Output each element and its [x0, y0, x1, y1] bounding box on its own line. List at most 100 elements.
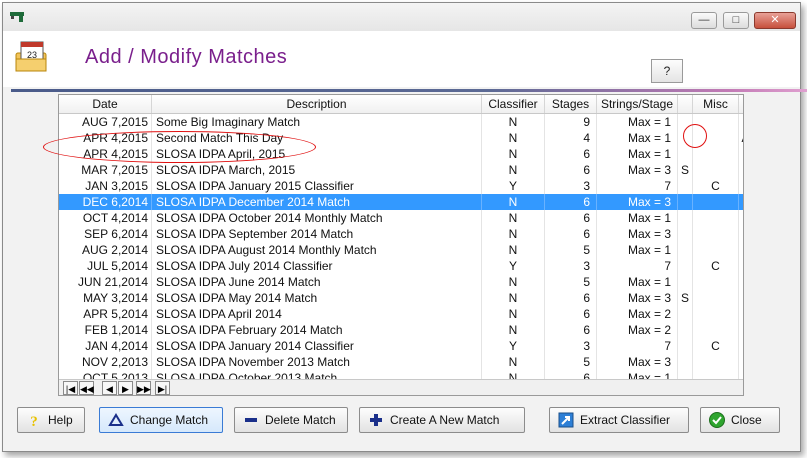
- cell-classifier: N: [482, 162, 545, 178]
- context-help-button[interactable]: ?: [651, 59, 683, 83]
- nav-next-button[interactable]: ▶: [118, 381, 133, 395]
- cell-classifier: N: [482, 210, 545, 226]
- cell-date: MAY 3,2014: [59, 290, 152, 306]
- nav-next-page-button[interactable]: ▶▶: [136, 381, 151, 395]
- table-row[interactable]: SEP 6,2014 SLOSA IDPA September 2014 Matc…: [59, 226, 743, 242]
- table-row[interactable]: FEB 1,2014 SLOSA IDPA February 2014 Match…: [59, 322, 743, 338]
- cell-misc2: [739, 162, 743, 178]
- table-row[interactable]: MAY 3,2014 SLOSA IDPA May 2014 Match N 6 Max…: [59, 290, 743, 306]
- cell-date: APR 5,2014: [59, 306, 152, 322]
- cell-date: DEC 6,2014: [59, 194, 152, 210]
- cell-stages: 5: [545, 274, 597, 290]
- header-divider: [11, 89, 807, 92]
- table-row[interactable]: DEC 6,2014 SLOSA IDPA December 2014 Match…: [59, 194, 743, 210]
- change-match-label: Change Match: [130, 413, 209, 427]
- cell-stages: 5: [545, 354, 597, 370]
- create-match-button[interactable]: Create A New Match: [359, 407, 525, 433]
- cell-strings-stage: 7: [597, 258, 678, 274]
- help-icon: ?: [30, 414, 38, 428]
- plus-icon: [370, 414, 382, 426]
- table-row[interactable]: OCT 4,2014 SLOSA IDPA October 2014 Monthl…: [59, 210, 743, 226]
- cell-misc2: [739, 258, 743, 274]
- cell-misc2: [739, 290, 743, 306]
- cell-date: NOV 2,2013: [59, 354, 152, 370]
- cell-description: SLOSA IDPA June 2014 Match: [152, 274, 482, 290]
- nav-prev-page-button[interactable]: ◀◀: [79, 381, 94, 395]
- cell-stages: 6: [545, 162, 597, 178]
- cell-classifier: N: [482, 354, 545, 370]
- cell-flag: [678, 258, 693, 274]
- table-row[interactable]: JAN 4,2014 SLOSA IDPA January 2014 Classi…: [59, 338, 743, 354]
- cell-description: SLOSA IDPA March, 2015: [152, 162, 482, 178]
- cell-date: SEP 6,2014: [59, 226, 152, 242]
- cell-misc: [693, 306, 739, 322]
- cell-classifier: Y: [482, 338, 545, 354]
- cell-strings-stage: 7: [597, 178, 678, 194]
- cell-description: SLOSA IDPA April 2014: [152, 306, 482, 322]
- delete-match-button[interactable]: Delete Match: [234, 407, 348, 433]
- col-strings-stage[interactable]: Strings/Stage: [597, 95, 678, 113]
- change-match-button[interactable]: Change Match: [99, 407, 223, 433]
- page-title: Add / Modify Matches: [85, 46, 288, 68]
- cell-misc: [693, 274, 739, 290]
- col-stages[interactable]: Stages: [545, 95, 597, 113]
- cell-strings-stage: Max = 1: [597, 242, 678, 258]
- cell-misc2: [739, 114, 743, 130]
- cell-strings-stage: Max = 3: [597, 194, 678, 210]
- table-row[interactable]: JUL 5,2014 SLOSA IDPA July 2014 Classifie…: [59, 258, 743, 274]
- col-classifier[interactable]: Classifier: [482, 95, 545, 113]
- cell-misc: [693, 210, 739, 226]
- cell-flag: [678, 146, 693, 162]
- cell-flag: [678, 354, 693, 370]
- table-row[interactable]: AUG 7,2015 Some Big Imaginary Match N 9 Max …: [59, 114, 743, 130]
- col-misc2[interactable]: [739, 95, 743, 113]
- nav-last-button[interactable]: ▶|: [155, 381, 170, 395]
- nav-first-button[interactable]: |◀: [63, 381, 78, 395]
- col-flag[interactable]: [678, 95, 693, 113]
- cell-classifier: N: [482, 322, 545, 338]
- cell-strings-stage: Max = 2: [597, 306, 678, 322]
- cell-stages: 6: [545, 194, 597, 210]
- table-row[interactable]: MAR 7,2015 SLOSA IDPA March, 2015 N 6 Max = …: [59, 162, 743, 178]
- minimize-button[interactable]: —: [691, 12, 717, 29]
- col-misc[interactable]: Misc: [693, 95, 739, 113]
- cell-classifier: Y: [482, 258, 545, 274]
- extract-classifier-button[interactable]: Extract Classifier: [549, 407, 689, 433]
- cell-date: OCT 4,2014: [59, 210, 152, 226]
- cell-classifier: N: [482, 226, 545, 242]
- table-row[interactable]: AUG 2,2014 SLOSA IDPA August 2014 Monthly…: [59, 242, 743, 258]
- help-button[interactable]: ? Help: [17, 407, 85, 433]
- table-row[interactable]: JAN 3,2015 SLOSA IDPA January 2015 Classi…: [59, 178, 743, 194]
- cell-date: JUL 5,2014: [59, 258, 152, 274]
- cell-misc2: [739, 210, 743, 226]
- cell-misc: [693, 322, 739, 338]
- window-close-button[interactable]: ✕: [754, 12, 796, 29]
- cell-description: SLOSA IDPA October 2014 Monthly Match: [152, 210, 482, 226]
- create-match-label: Create A New Match: [390, 413, 500, 427]
- cell-misc2: A: [739, 130, 743, 146]
- table-row[interactable]: NOV 2,2013 SLOSA IDPA November 2013 Match…: [59, 354, 743, 370]
- cell-misc2: [739, 242, 743, 258]
- cell-date: AUG 7,2015: [59, 114, 152, 130]
- help-button-label: Help: [48, 413, 73, 427]
- cell-flag: [678, 210, 693, 226]
- close-button[interactable]: Close: [700, 407, 780, 433]
- cell-misc: [693, 290, 739, 306]
- nav-prev-button[interactable]: ◀: [102, 381, 117, 395]
- cell-misc2: [739, 354, 743, 370]
- cell-stages: 6: [545, 226, 597, 242]
- col-date[interactable]: Date: [59, 95, 152, 113]
- cell-misc: C: [693, 178, 739, 194]
- cell-date: JUN 21,2014: [59, 274, 152, 290]
- checkmark-icon: [709, 412, 725, 428]
- cell-flag: [678, 338, 693, 354]
- cell-misc: C: [693, 338, 739, 354]
- table-row[interactable]: APR 5,2014 SLOSA IDPA April 2014 N 6 Max = 2: [59, 306, 743, 322]
- table-row[interactable]: JUN 21,2014 SLOSA IDPA June 2014 Match N 5 M…: [59, 274, 743, 290]
- cell-misc: [693, 162, 739, 178]
- maximize-button[interactable]: □: [723, 12, 749, 29]
- cell-classifier: N: [482, 130, 545, 146]
- extract-classifier-label: Extract Classifier: [580, 413, 671, 427]
- col-description[interactable]: Description: [152, 95, 482, 113]
- cell-misc2: [739, 226, 743, 242]
